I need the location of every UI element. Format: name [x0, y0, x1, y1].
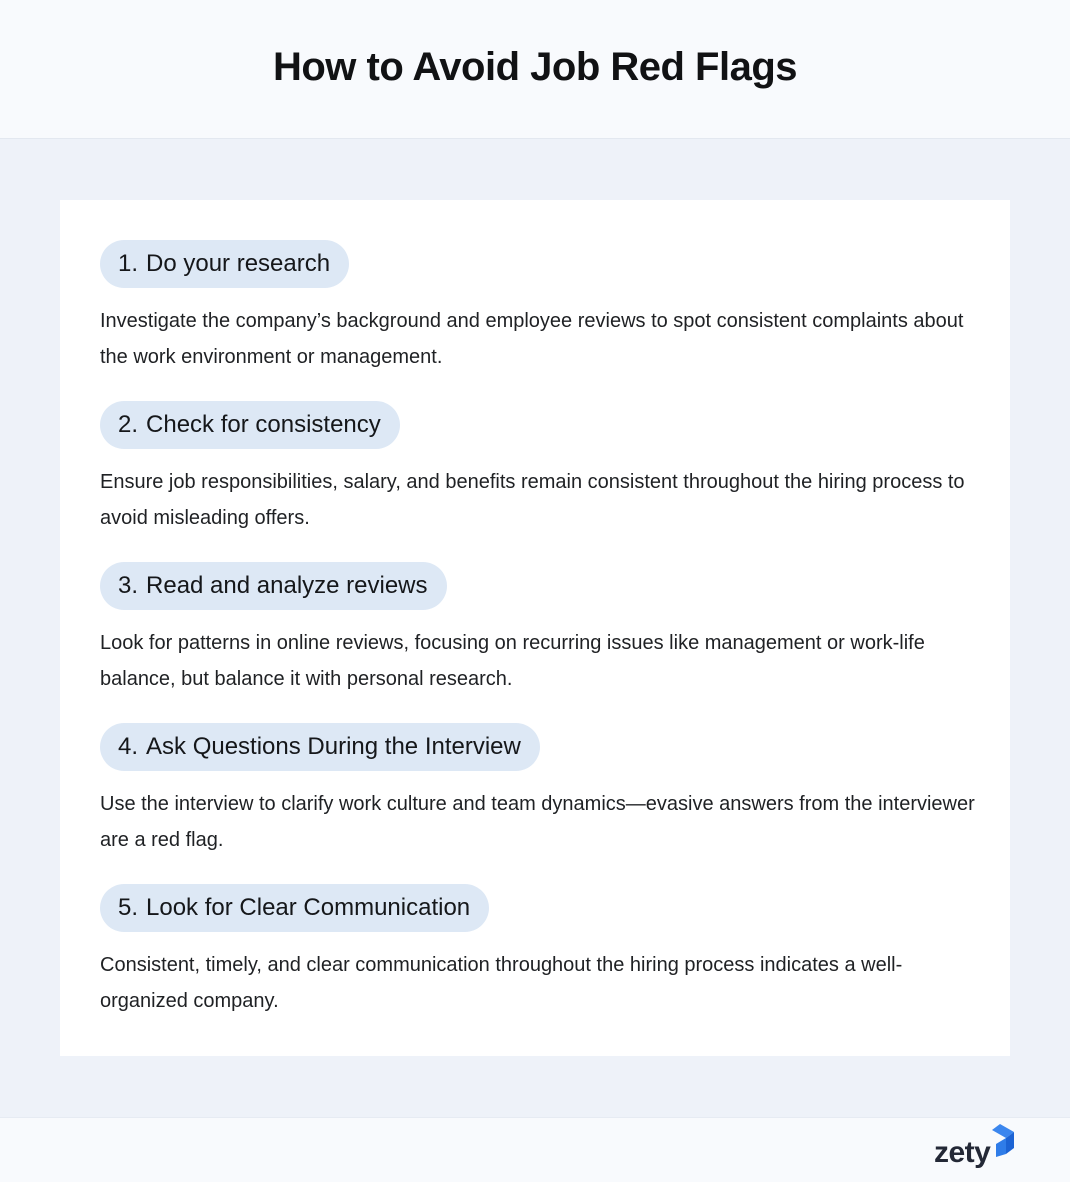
step-heading: 4. Ask Questions During the Interview	[100, 723, 540, 771]
step-number: 1.	[118, 250, 139, 277]
step-description: Look for patterns in online reviews, foc…	[100, 632, 925, 690]
step-5: 5. Look for Clear Communication Consisten…	[100, 884, 980, 1019]
step-heading: 5. Look for Clear Communication	[100, 884, 490, 932]
step-1: 1. Do your research Investigate the compa…	[100, 240, 980, 375]
step-3: 3. Read and analyze reviews Look for patt…	[100, 562, 980, 697]
step-heading: 2. Check for consistency	[100, 401, 400, 449]
step-title: Look for Clear Communication	[146, 894, 471, 921]
tips-card: 1. Do your research Investigate the compa…	[60, 200, 1010, 1056]
step-title: Do your research	[146, 250, 331, 277]
step-description: Consistent, timely, and clear communicat…	[100, 954, 903, 1012]
zety-logo-mark-icon	[992, 1124, 1015, 1157]
step-title: Check for consistency	[146, 411, 381, 438]
step-2: 2. Check for consistency Ensure job respo…	[100, 401, 980, 536]
step-title: Ask Questions During the Interview	[146, 733, 521, 760]
zety-logo: zety	[934, 1124, 1016, 1174]
step-number: 5.	[118, 894, 139, 921]
page-footer	[0, 1117, 1070, 1182]
step-description: Investigate the company’s background and…	[100, 310, 964, 368]
step-title: Read and analyze reviews	[146, 572, 428, 599]
step-number: 4.	[118, 733, 139, 760]
step-number: 3.	[118, 572, 139, 599]
step-heading: 3. Read and analyze reviews	[100, 562, 447, 610]
step-description: Use the interview to clarify work cultur…	[100, 793, 975, 851]
page-header: How to Avoid Job Red Flags	[0, 0, 1070, 139]
step-number: 2.	[118, 411, 139, 438]
brand-name: zety	[934, 1136, 991, 1169]
step-4: 4. Ask Questions During the Interview Use…	[100, 723, 980, 858]
page-title: How to Avoid Job Red Flags	[272, 44, 798, 89]
step-description: Ensure job responsibilities, salary, and…	[100, 471, 965, 529]
step-heading: 1. Do your research	[100, 240, 350, 288]
